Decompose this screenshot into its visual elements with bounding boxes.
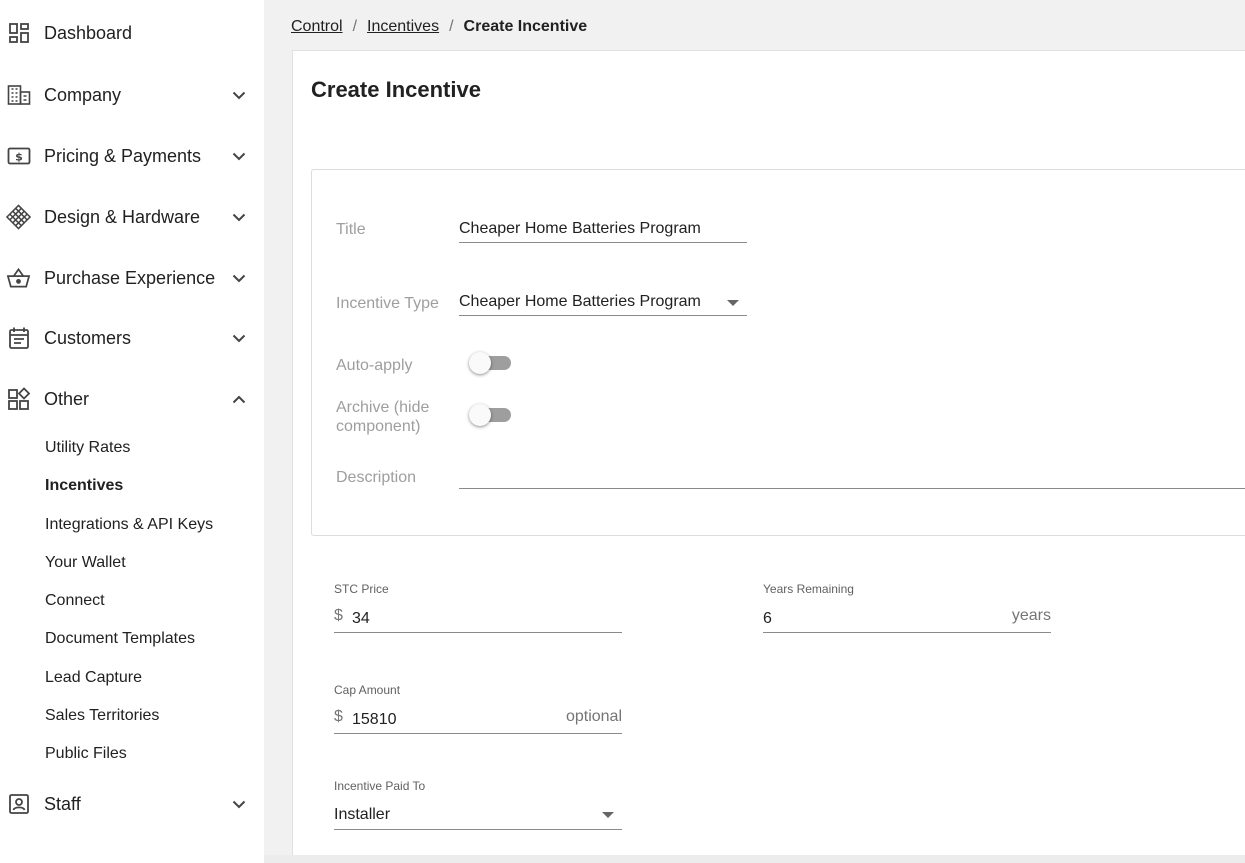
- basket-icon: [6, 266, 31, 291]
- nav-staff[interactable]: Staff: [0, 784, 264, 824]
- cap-amount-prefix: $: [334, 708, 343, 725]
- nav-label: Design & Hardware: [44, 206, 201, 227]
- nav-label: Purchase Experience: [44, 267, 216, 288]
- incentive-type-value: Cheaper Home Batteries Program: [459, 293, 701, 310]
- sidebar-item-wallet[interactable]: Your Wallet: [45, 554, 126, 572]
- cap-amount-label: Cap Amount: [334, 683, 401, 697]
- sidebar-item-utility-rates[interactable]: Utility Rates: [45, 439, 130, 457]
- sidebar-item-lead-capture[interactable]: Lead Capture: [45, 669, 142, 687]
- breadcrumb-current: Create Incentive: [463, 18, 588, 35]
- page-title: Create Incentive: [311, 77, 481, 102]
- stc-price-input[interactable]: $ 34: [334, 604, 622, 633]
- chevron-down-icon[interactable]: [229, 207, 249, 227]
- nav-company[interactable]: Company: [0, 75, 264, 115]
- chevron-down-icon[interactable]: [229, 794, 249, 814]
- sidebar-item-sales-territories[interactable]: Sales Territories: [45, 707, 159, 725]
- archive-label-line-2: component): [336, 418, 421, 435]
- chevron-down-icon[interactable]: [229, 328, 249, 348]
- dropdown-arrow-icon: [602, 812, 614, 818]
- sidebar-item-document-templates[interactable]: Document Templates: [45, 630, 195, 648]
- description-input[interactable]: [459, 463, 1245, 489]
- years-suffix: years: [1011, 607, 1051, 624]
- calendar-list-icon: [6, 326, 31, 351]
- nav-customers[interactable]: Customers: [0, 318, 264, 358]
- breadcrumb-separator: /: [352, 18, 358, 35]
- cap-amount-input[interactable]: $ 15810 optional: [334, 705, 622, 734]
- nav-label: Dashboard: [44, 22, 133, 43]
- nav-label: Other: [44, 388, 90, 409]
- chevron-down-icon[interactable]: [229, 268, 249, 288]
- dropdown-arrow-icon: [727, 300, 739, 306]
- chevron-down-icon[interactable]: [229, 85, 249, 105]
- title-label: Title: [336, 221, 366, 238]
- svg-text:$: $: [15, 151, 23, 164]
- incentive-type-select[interactable]: Cheaper Home Batteries Program: [459, 290, 747, 316]
- archive-toggle[interactable]: [469, 403, 513, 427]
- cap-amount-suffix: optional: [565, 708, 622, 725]
- title-input[interactable]: Cheaper Home Batteries Program: [459, 217, 747, 243]
- years-remaining-input[interactable]: 6 years: [763, 604, 1051, 633]
- building-icon: [6, 83, 31, 108]
- incentive-type-label: Incentive Type: [336, 295, 439, 312]
- widgets-icon: [6, 387, 31, 412]
- breadcrumb-separator: /: [449, 18, 454, 35]
- nav-pricing-payments[interactable]: $ Pricing & Payments: [0, 136, 264, 176]
- stc-price-value: 34: [352, 610, 370, 627]
- grid-diamond-icon: [6, 204, 31, 230]
- years-remaining-value: 6: [763, 610, 772, 627]
- toggle-knob: [469, 352, 491, 374]
- incentive-paid-to-value: Installer: [334, 806, 391, 823]
- incentive-paid-to-select[interactable]: Installer: [334, 801, 622, 830]
- archive-label: Archive (hide component): [336, 398, 429, 436]
- chevron-up-icon[interactable]: [229, 389, 249, 409]
- sidebar-item-public-files[interactable]: Public Files: [45, 745, 127, 763]
- sidebar-item-incentives[interactable]: Incentives: [45, 477, 123, 495]
- sidebar-item-integrations[interactable]: Integrations & API Keys: [45, 516, 213, 534]
- bottom-scroll-strip: [264, 855, 1245, 863]
- sidebar-item-connect[interactable]: Connect: [45, 592, 105, 610]
- nav-purchase-experience[interactable]: Purchase Experience: [0, 258, 264, 298]
- years-remaining-label: Years Remaining: [763, 582, 854, 596]
- description-label: Description: [336, 469, 417, 486]
- title-input-value: Cheaper Home Batteries Program: [459, 220, 701, 237]
- nav-other[interactable]: Other: [0, 379, 264, 419]
- archive-label-line-1: Archive (hide: [336, 399, 430, 416]
- breadcrumb-control-link[interactable]: Control: [291, 18, 343, 36]
- chevron-down-icon[interactable]: [229, 146, 249, 166]
- auto-apply-toggle[interactable]: [469, 351, 513, 375]
- dollar-bill-icon: $: [6, 144, 31, 169]
- nav-dashboard[interactable]: Dashboard: [0, 13, 264, 53]
- stc-price-prefix: $: [334, 607, 343, 624]
- incentive-paid-to-label: Incentive Paid To: [334, 779, 426, 793]
- nav-label: Company: [44, 84, 122, 105]
- cap-amount-value: 15810: [352, 711, 397, 728]
- nav-label: Staff: [44, 793, 81, 814]
- badge-icon: [6, 792, 31, 817]
- nav-label: Pricing & Payments: [44, 145, 202, 166]
- breadcrumb-incentives-link[interactable]: Incentives: [367, 18, 439, 36]
- nav-design-hardware[interactable]: Design & Hardware: [0, 197, 264, 237]
- dashboard-icon: [6, 21, 31, 46]
- stc-price-label: STC Price: [334, 582, 389, 596]
- breadcrumb: Control / Incentives / Create Incentive: [291, 18, 587, 36]
- toggle-knob: [469, 404, 491, 426]
- nav-label: Customers: [44, 327, 132, 348]
- sidebar: Dashboard Company $ Pricing & Payments D…: [0, 0, 264, 863]
- auto-apply-label: Auto-apply: [336, 357, 413, 374]
